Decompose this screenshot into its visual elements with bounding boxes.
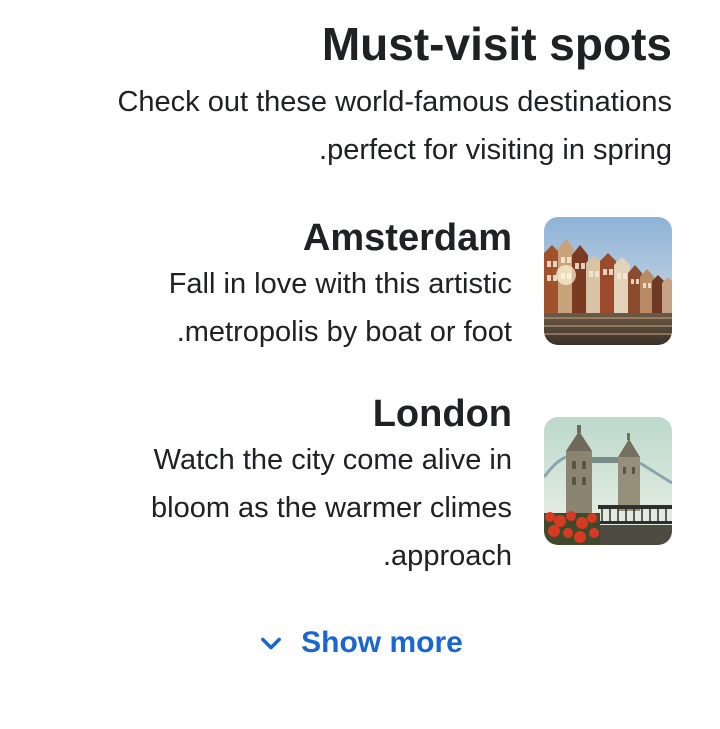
spot-description-line: bloom as the warmer climes	[151, 492, 512, 524]
show-more-label: Show more	[301, 626, 463, 659]
london-thumbnail[interactable]	[544, 417, 672, 545]
must-visit-spots-card: Must-visit spots Check out these world-f…	[0, 0, 720, 729]
spot-description: Fall in love with this artistic .metropo…	[32, 260, 512, 356]
amsterdam-canal-houses-image	[544, 217, 672, 345]
intro-line: .perfect for visiting in spring	[319, 134, 672, 166]
spot-text: Amsterdam Fall in love with this artisti…	[32, 206, 512, 356]
spot-description-line: Watch the city come alive in	[153, 444, 512, 476]
section-title: Must-visit spots	[321, 18, 672, 70]
show-more-content: Show more	[257, 623, 463, 663]
intro-line: Check out these world-famous destination…	[117, 86, 672, 118]
amsterdam-thumbnail[interactable]	[544, 217, 672, 345]
spot-description: Watch the city come alive in bloom as th…	[32, 436, 512, 580]
chevron-down-icon	[261, 637, 282, 650]
spot-description-line: Fall in love with this artistic	[168, 268, 512, 300]
london-tower-bridge-image	[544, 417, 672, 545]
spot-title: Amsterdam	[302, 217, 512, 259]
spot-description-line: .metropolis by boat or foot	[176, 316, 512, 348]
section-intro: Check out these world-famous destination…	[32, 78, 672, 174]
spot-title: London	[372, 393, 512, 435]
spot-text: London Watch the city come alive in bloo…	[32, 382, 512, 580]
show-more-button[interactable]: Show more	[0, 620, 720, 666]
spot-description-line: .approach	[383, 540, 512, 572]
